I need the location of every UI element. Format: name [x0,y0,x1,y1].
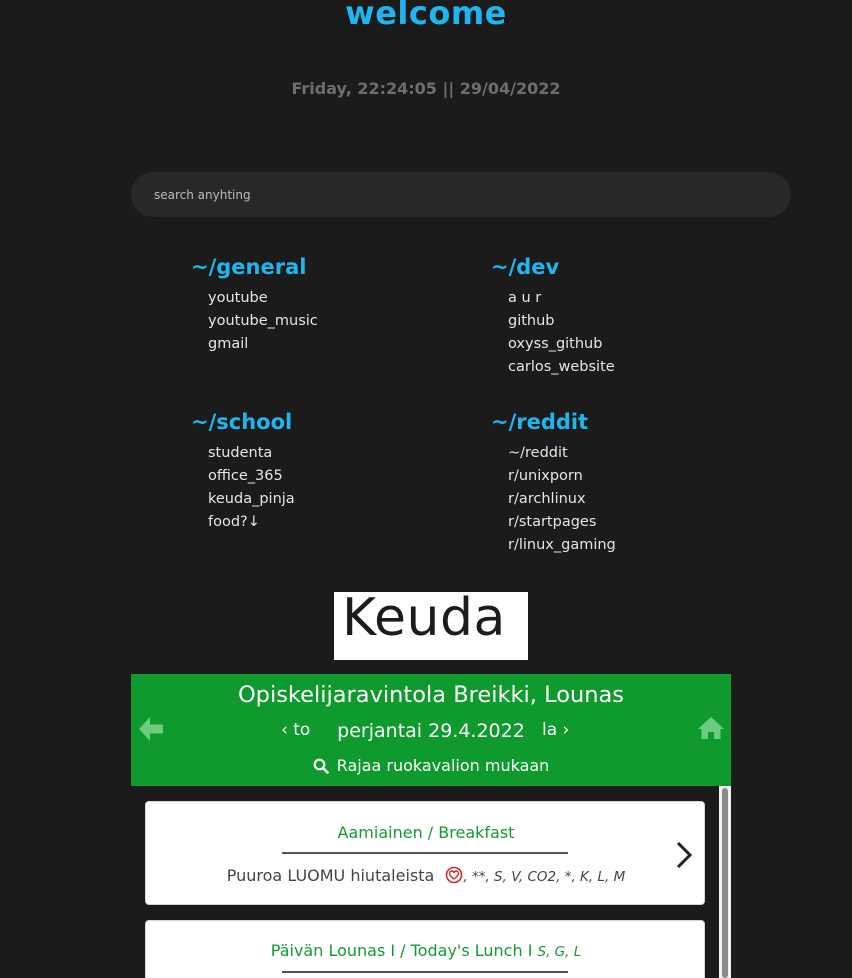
link-startpages[interactable]: r/startpages [508,511,616,534]
home-icon[interactable] [697,716,725,744]
chevron-right-icon[interactable] [674,840,694,874]
group-title: ~/reddit [491,410,589,434]
diet-tags: , **, S, V, CO2, *, K, L, M [463,869,626,885]
group-title: ~/school [191,410,293,434]
link-unixporn[interactable]: r/unixporn [508,465,616,488]
link-gmail[interactable]: gmail [208,333,318,356]
group-reddit: ~/reddit ~/reddit r/unixporn r/archlinux… [491,407,616,557]
link-office-365[interactable]: office_365 [208,465,295,488]
next-day-button[interactable]: la › [542,720,569,740]
next-day-label: la [542,720,558,740]
card-title: Päivän Lounas I / Today's Lunch I S, G, … [146,941,706,960]
page-title: welcome [345,0,507,32]
card-title-text: Päivän Lounas I / Today's Lunch I [270,941,533,960]
menu-panel[interactable]: Aamiainen / Breakfast Puuroa LUOMU hiuta… [131,786,731,978]
group-title: ~/dev [491,255,560,279]
link-github[interactable]: github [508,310,615,333]
group-dev: ~/dev a u r github oxyss_github carlos_w… [491,252,615,379]
scrollbar-thumb[interactable] [722,788,728,978]
diet-filter-button[interactable]: Rajaa ruokavalion mukaan [131,756,731,775]
card-divider [282,852,568,854]
diet-filter-label: Rajaa ruokavalion mukaan [336,756,550,775]
link-list: a u r github oxyss_github carlos_website [508,287,615,379]
date-navigation: ‹ to perjantai 29.4.2022 la › [131,720,731,746]
card-title: Aamiainen / Breakfast [337,823,515,842]
current-date: perjantai 29.4.2022 [337,720,525,742]
start-page: welcome Friday, 22:24:05 || 29/04/2022 ~… [0,0,852,978]
heart-icon [445,866,463,888]
keuda-logo[interactable]: Keuda [334,592,528,660]
menu-card-lunch[interactable]: Päivän Lounas I / Today's Lunch I S, G, … [145,920,705,978]
chevron-right-icon: › [562,720,570,740]
link-carlos-website[interactable]: carlos_website [508,356,615,379]
link-archlinux[interactable]: r/archlinux [508,488,616,511]
menu-card-breakfast[interactable]: Aamiainen / Breakfast Puuroa LUOMU hiuta… [145,801,705,905]
menu-item-name: Puuroa LUOMU hiutaleista [226,866,435,885]
group-title: ~/general [191,255,307,279]
search-icon [313,758,329,774]
clock-readout: Friday, 22:24:05 || 29/04/2022 [291,79,561,98]
group-general: ~/general youtube youtube_music gmail [191,252,318,356]
link-linux-gaming[interactable]: r/linux_gaming [508,534,616,557]
logo-text: Keuda [342,592,506,648]
link-reddit[interactable]: ~/reddit [508,442,616,465]
menu-header: Opiskelijaravintola Breikki, Lounas ‹ to… [131,674,731,786]
link-studenta[interactable]: studenta [208,442,295,465]
link-youtube[interactable]: youtube [208,287,318,310]
link-youtube-music[interactable]: youtube_music [208,310,318,333]
group-school: ~/school studenta office_365 keuda_pinja… [191,407,295,534]
diet-tags: S, G, L [537,944,582,960]
link-oxyss-github[interactable]: oxyss_github [508,333,615,356]
menu-item: Puuroa LUOMU hiutaleista , **, S, V, CO2… [146,866,706,888]
card-divider [282,971,568,973]
search-input[interactable] [131,172,791,217]
link-aur[interactable]: a u r [508,287,615,310]
link-list: ~/reddit r/unixporn r/archlinux r/startp… [508,442,616,557]
link-keuda-pinja[interactable]: keuda_pinja [208,488,295,511]
link-food[interactable]: food?↓ [208,511,295,534]
link-list: youtube youtube_music gmail [208,287,318,356]
restaurant-title: Opiskelijaravintola Breikki, Lounas [237,682,625,708]
link-list: studenta office_365 keuda_pinja food?↓ [208,442,295,534]
